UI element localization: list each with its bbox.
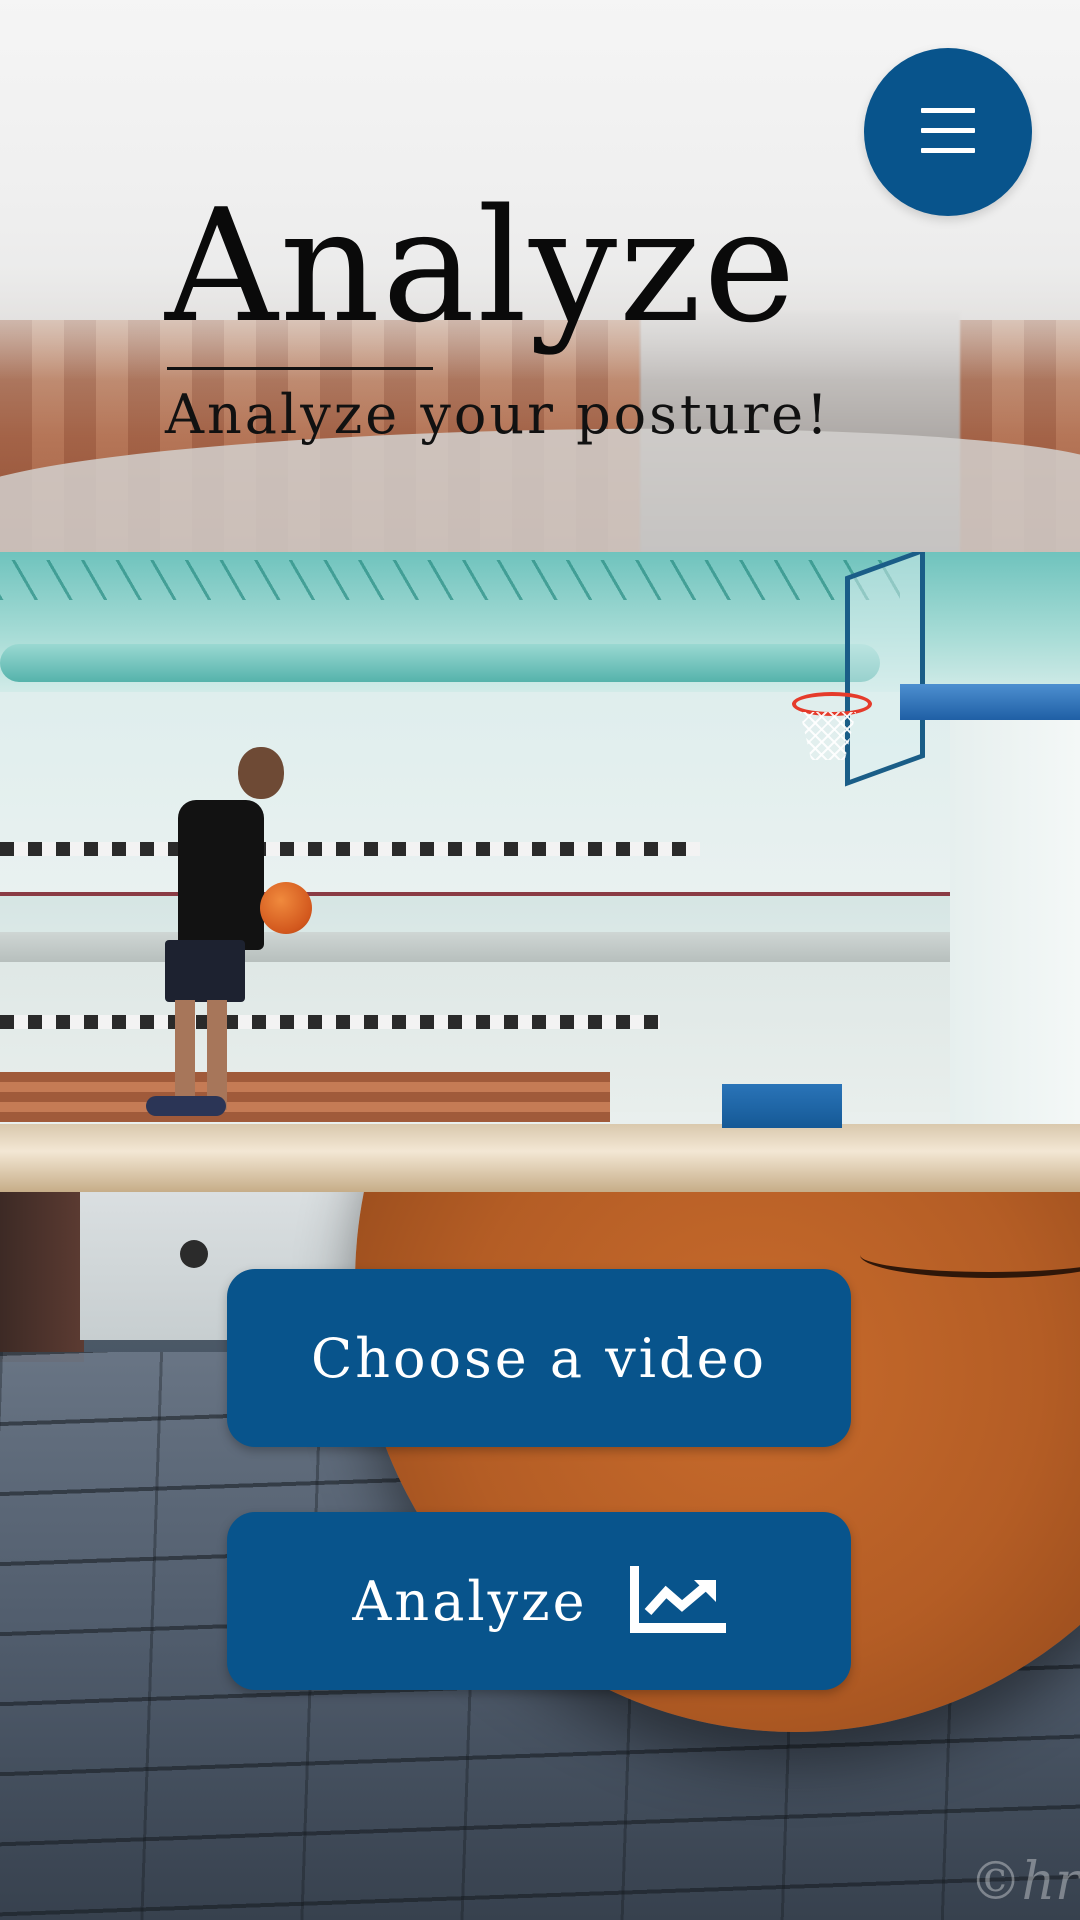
analyze-button[interactable]: Analyze bbox=[227, 1512, 851, 1690]
player-head bbox=[238, 747, 284, 799]
player-jersey bbox=[178, 800, 264, 950]
player-legs bbox=[175, 1000, 227, 1110]
storage-bins bbox=[722, 1084, 842, 1128]
gym-duct bbox=[0, 644, 880, 682]
gym-truss bbox=[0, 560, 900, 600]
menu-button[interactable] bbox=[864, 48, 1032, 216]
trend-chart-icon bbox=[629, 1566, 726, 1633]
basketball-backboard bbox=[845, 552, 925, 787]
gym-upper-windows bbox=[0, 842, 700, 856]
gym-photo bbox=[0, 552, 1080, 1192]
analyze-label: Analyze bbox=[352, 1569, 588, 1633]
choose-video-label: Choose a video bbox=[310, 1326, 768, 1390]
background-door bbox=[0, 1192, 84, 1362]
player-shoes bbox=[146, 1096, 226, 1116]
player-shorts bbox=[165, 940, 245, 1002]
page-subtitle: Analyze your posture! bbox=[165, 383, 831, 446]
page-title: Analyze bbox=[165, 175, 798, 357]
wall-socket bbox=[180, 1240, 208, 1268]
photo-watermark: ©hr bbox=[969, 1852, 1080, 1912]
title-underline bbox=[167, 367, 433, 370]
gym-railing bbox=[0, 892, 980, 935]
gym-floor bbox=[0, 1124, 1080, 1192]
gym-bleachers bbox=[0, 1072, 610, 1122]
gym-lower-windows bbox=[0, 1015, 660, 1029]
gym-right-wall bbox=[950, 692, 1080, 1132]
hoop-support-arm bbox=[900, 684, 1080, 720]
header-banner: Analyze Analyze your posture! bbox=[0, 0, 1080, 552]
basketball bbox=[260, 882, 312, 934]
gym-balcony bbox=[0, 932, 990, 962]
choose-video-button[interactable]: Choose a video bbox=[227, 1269, 851, 1447]
